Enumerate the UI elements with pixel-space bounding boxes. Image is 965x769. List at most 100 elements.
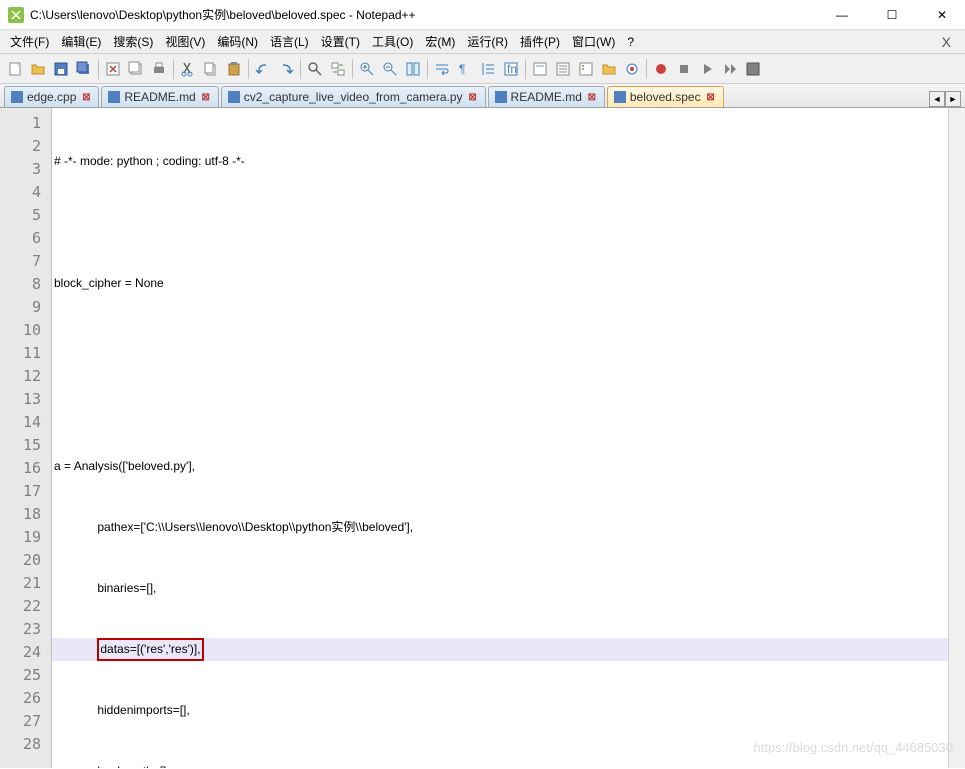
- toolbar-separator: [300, 59, 301, 79]
- tab-label: beloved.spec: [630, 90, 701, 104]
- tab-label: README.md: [511, 90, 582, 104]
- tab-close-icon[interactable]: ⊠: [586, 91, 598, 103]
- replace-icon[interactable]: [327, 58, 349, 80]
- menu-help[interactable]: ?: [621, 33, 640, 51]
- menu-search[interactable]: 搜索(S): [107, 31, 159, 52]
- zoom-in-icon[interactable]: [356, 58, 378, 80]
- line-number: 12: [0, 365, 41, 388]
- play-macro-icon[interactable]: [696, 58, 718, 80]
- word-wrap-icon[interactable]: [431, 58, 453, 80]
- menubar: 文件(F) 编辑(E) 搜索(S) 视图(V) 编码(N) 语言(L) 设置(T…: [0, 30, 965, 54]
- menu-language[interactable]: 语言(L): [264, 31, 315, 52]
- monitor-icon[interactable]: [621, 58, 643, 80]
- line-number: 27: [0, 710, 41, 733]
- code-line: a = Analysis(['beloved.py'],: [52, 455, 965, 478]
- indent-guide-icon[interactable]: [477, 58, 499, 80]
- menu-view[interactable]: 视图(V): [159, 31, 211, 52]
- line-number: 8: [0, 273, 41, 296]
- titlebar: C:\Users\lenovo\Desktop\python实例\beloved…: [0, 0, 965, 30]
- function-list-icon[interactable]: [575, 58, 597, 80]
- tab-label: cv2_capture_live_video_from_camera.py: [244, 90, 463, 104]
- record-macro-icon[interactable]: [650, 58, 672, 80]
- sync-scroll-icon[interactable]: [402, 58, 424, 80]
- close-file-icon[interactable]: [102, 58, 124, 80]
- tab-beloved-spec[interactable]: beloved.spec ⊠: [607, 86, 724, 107]
- code-line: # -*- mode: python ; coding: utf-8 -*-: [52, 150, 965, 173]
- code-line: pathex=['C:\\Users\\lenovo\\Desktop\\pyt…: [52, 516, 965, 539]
- menu-run[interactable]: 运行(R): [461, 31, 514, 52]
- window-title: C:\Users\lenovo\Desktop\python实例\beloved…: [30, 6, 827, 23]
- tab-close-icon[interactable]: ⊠: [200, 91, 212, 103]
- tab-readme-1[interactable]: README.md⊠: [101, 86, 218, 107]
- tab-prev-icon[interactable]: ◄: [929, 91, 945, 107]
- close-all-icon[interactable]: [125, 58, 147, 80]
- menu-close-icon[interactable]: X: [942, 34, 961, 50]
- line-number: 21: [0, 572, 41, 595]
- folder-icon[interactable]: [598, 58, 620, 80]
- menu-encoding[interactable]: 编码(N): [211, 31, 264, 52]
- open-file-icon[interactable]: [27, 58, 49, 80]
- close-button[interactable]: ✕: [927, 5, 957, 25]
- menu-settings[interactable]: 设置(T): [315, 31, 366, 52]
- toolbar-separator: [427, 59, 428, 79]
- code-line: hookspath=[],: [52, 760, 965, 768]
- menu-macro[interactable]: 宏(M): [419, 31, 461, 52]
- redo-icon[interactable]: [275, 58, 297, 80]
- paste-icon[interactable]: [223, 58, 245, 80]
- tab-edge-cpp[interactable]: edge.cpp ⊠: [4, 86, 99, 107]
- code-line: [52, 394, 965, 417]
- maximize-button[interactable]: ☐: [877, 5, 907, 25]
- app-icon: [8, 7, 24, 23]
- line-number: 10: [0, 319, 41, 342]
- code-line-highlighted: datas=[('res','res')],: [52, 638, 965, 661]
- tab-next-icon[interactable]: ►: [945, 91, 961, 107]
- zoom-out-icon[interactable]: [379, 58, 401, 80]
- line-number: 20: [0, 549, 41, 572]
- save-all-icon[interactable]: [73, 58, 95, 80]
- show-all-chars-icon[interactable]: ¶: [454, 58, 476, 80]
- minimize-button[interactable]: —: [827, 5, 857, 25]
- cut-icon[interactable]: [177, 58, 199, 80]
- svg-text:fn: fn: [507, 62, 517, 76]
- undo-icon[interactable]: [252, 58, 274, 80]
- tab-close-icon[interactable]: ⊠: [80, 91, 92, 103]
- menu-window[interactable]: 窗口(W): [566, 31, 621, 52]
- menu-plugins[interactable]: 插件(P): [514, 31, 566, 52]
- code-editor[interactable]: # -*- mode: python ; coding: utf-8 -*- b…: [52, 108, 965, 768]
- line-gutter: 1 2 3 4 5 6 7 8 9 10 11 12 13 14 15 16 1…: [0, 108, 52, 768]
- toolbar-separator: [525, 59, 526, 79]
- menu-tools[interactable]: 工具(O): [366, 31, 419, 52]
- line-number: 2: [0, 135, 41, 158]
- line-number: 28: [0, 733, 41, 756]
- line-number: 19: [0, 526, 41, 549]
- line-number: 6: [0, 227, 41, 250]
- copy-icon[interactable]: [200, 58, 222, 80]
- new-file-icon[interactable]: [4, 58, 26, 80]
- toolbar-separator: [248, 59, 249, 79]
- tab-close-icon[interactable]: ⊠: [467, 91, 479, 103]
- tab-readme-2[interactable]: README.md ⊠: [488, 86, 605, 107]
- print-icon[interactable]: [148, 58, 170, 80]
- find-icon[interactable]: [304, 58, 326, 80]
- code-text: [54, 642, 97, 656]
- line-number: 18: [0, 503, 41, 526]
- play-multi-icon[interactable]: [719, 58, 741, 80]
- line-number: 3: [0, 158, 41, 181]
- tab-label: edge.cpp: [27, 90, 76, 104]
- toolbar-separator: [646, 59, 647, 79]
- tab-close-icon[interactable]: ⊠: [705, 91, 717, 103]
- menu-file[interactable]: 文件(F): [4, 31, 55, 52]
- doc-map-icon[interactable]: [529, 58, 551, 80]
- stop-macro-icon[interactable]: [673, 58, 695, 80]
- save-icon[interactable]: [50, 58, 72, 80]
- menu-edit[interactable]: 编辑(E): [55, 31, 107, 52]
- toolbar-separator: [98, 59, 99, 79]
- user-lang-icon[interactable]: fn: [500, 58, 522, 80]
- line-number: 4: [0, 181, 41, 204]
- code-line: [52, 333, 965, 356]
- doc-list-icon[interactable]: [552, 58, 574, 80]
- code-line: [52, 211, 965, 234]
- vertical-scrollbar[interactable]: [948, 108, 965, 768]
- save-macro-icon[interactable]: [742, 58, 764, 80]
- tab-cv2-capture[interactable]: cv2_capture_live_video_from_camera.py ⊠: [221, 86, 486, 107]
